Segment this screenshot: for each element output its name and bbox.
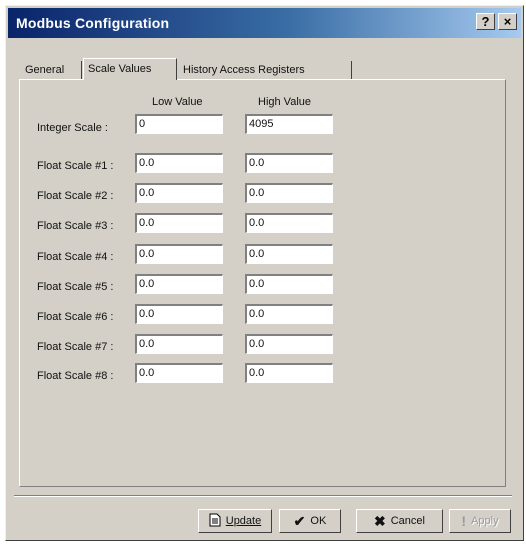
float-scale-1-high-field[interactable]: 0.0: [245, 153, 333, 173]
apply-label: Apply: [471, 515, 499, 527]
float-scale-3-label: Float Scale #3 :: [37, 220, 114, 232]
title-bar[interactable]: Modbus Configuration ? ×: [8, 8, 521, 38]
float-scale-5-low-field[interactable]: 0.0: [135, 274, 223, 294]
float-scale-1-label: Float Scale #1 :: [37, 160, 114, 172]
float-scale-4-high-field[interactable]: 0.0: [245, 244, 333, 264]
ok-label: OK: [310, 515, 327, 527]
float-scale-8-label: Float Scale #8 :: [37, 370, 114, 382]
float-scale-2-high-field[interactable]: 0.0: [245, 183, 333, 203]
float-scale-5-high-field[interactable]: 0.0: [245, 274, 333, 294]
low-value-header: Low Value: [152, 96, 203, 108]
tab-history-access-registers-label: History Access Registers: [183, 64, 305, 76]
float-scale-7-low-field[interactable]: 0.0: [135, 334, 223, 354]
float-scale-8-high-field[interactable]: 0.0: [245, 363, 333, 383]
ok-button[interactable]: ✔ OK: [279, 509, 341, 533]
float-scale-3-high-field[interactable]: 0.0: [245, 213, 333, 233]
update-button[interactable]: Update: [198, 509, 272, 533]
checkmark-icon: ✔: [293, 512, 306, 529]
float-scale-6-low-field[interactable]: 0.0: [135, 304, 223, 324]
float-scale-7-high-field[interactable]: 0.0: [245, 334, 333, 354]
float-scale-2-label: Float Scale #2 :: [37, 190, 114, 202]
float-scale-6-high-field[interactable]: 0.0: [245, 304, 333, 324]
help-button[interactable]: ?: [476, 13, 495, 30]
apply-button[interactable]: ! Apply: [449, 509, 511, 533]
tab-general-label: General: [25, 64, 65, 76]
tab-history-access-registers[interactable]: History Access Registers: [179, 61, 352, 79]
document-icon: [209, 513, 221, 530]
exclamation-icon: !: [461, 513, 467, 529]
tab-general[interactable]: General: [21, 61, 82, 79]
float-scale-4-label: Float Scale #4 :: [37, 251, 114, 263]
update-label: Update: [225, 515, 262, 527]
float-scale-3-low-field[interactable]: 0.0: [135, 213, 223, 233]
button-separator: [14, 495, 512, 497]
float-scale-6-label: Float Scale #6 :: [37, 311, 114, 323]
close-button[interactable]: ×: [498, 13, 517, 30]
x-icon: ✖: [374, 512, 386, 529]
high-value-header: High Value: [258, 96, 311, 108]
float-scale-5-label: Float Scale #5 :: [37, 281, 114, 293]
tab-scale-values[interactable]: Scale Values: [83, 58, 177, 80]
float-scale-7-label: Float Scale #7 :: [37, 341, 114, 353]
close-icon: ×: [503, 14, 512, 29]
cancel-label: Cancel: [390, 515, 425, 527]
float-scale-1-low-field[interactable]: 0.0: [135, 153, 223, 173]
window-title: Modbus Configuration: [16, 15, 170, 31]
integer-scale-high-field[interactable]: 4095: [245, 114, 333, 134]
float-scale-8-low-field[interactable]: 0.0: [135, 363, 223, 383]
integer-scale-label: Integer Scale :: [37, 122, 108, 134]
float-scale-4-low-field[interactable]: 0.0: [135, 244, 223, 264]
tab-strip: General Scale Values History Access Regi…: [21, 58, 361, 80]
cancel-button[interactable]: ✖ Cancel: [356, 509, 443, 533]
float-scale-2-low-field[interactable]: 0.0: [135, 183, 223, 203]
integer-scale-low-field[interactable]: 0: [135, 114, 223, 134]
help-icon: ?: [481, 14, 490, 29]
tab-scale-values-label: Scale Values: [88, 63, 152, 75]
